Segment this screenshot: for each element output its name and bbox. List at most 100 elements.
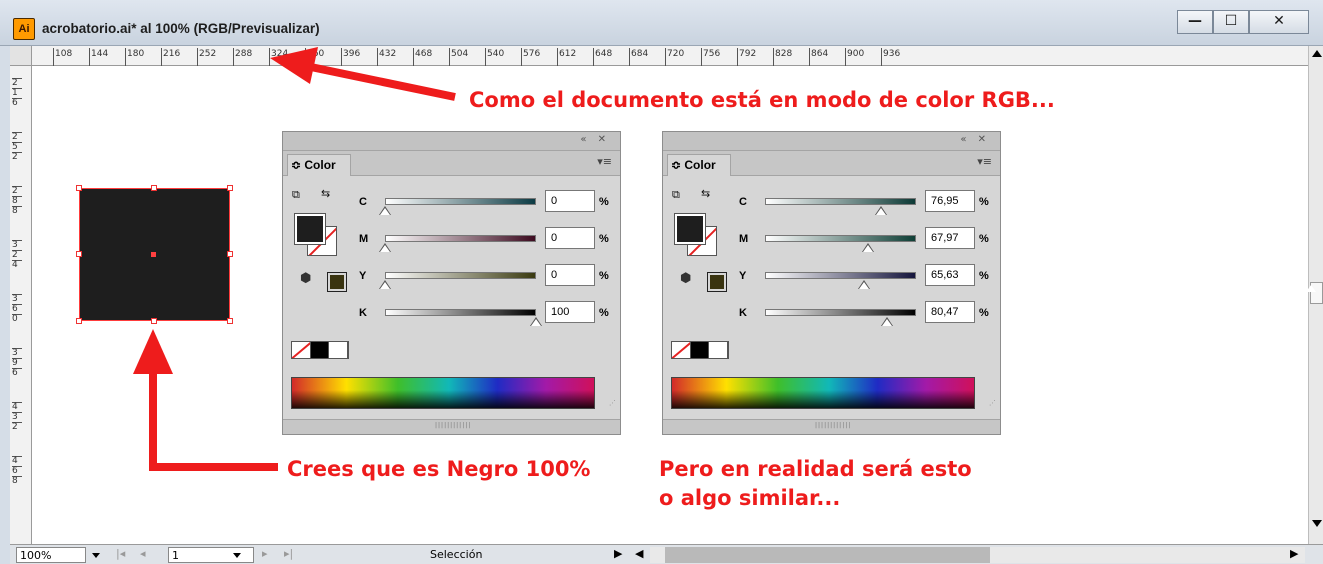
scroll-up-icon[interactable] — [1312, 50, 1322, 57]
close-button[interactable]: ✕ — [1249, 10, 1309, 34]
slider-thumb[interactable] — [862, 243, 874, 252]
minimize-button[interactable]: — — [1177, 10, 1213, 34]
none-swatch[interactable] — [672, 342, 691, 358]
vertical-ruler[interactable]: 216252288324360396432468 — [10, 66, 32, 544]
minimize-icon: — — [1188, 13, 1202, 29]
channel-slider[interactable] — [385, 198, 536, 205]
horizontal-ruler[interactable]: 108 144 180 216 252 288 324 360 396 432 468 504 540 5… — [10, 46, 1308, 66]
tab-color-label: ≎ Color — [291, 158, 336, 172]
slider-thumb[interactable] — [858, 280, 870, 289]
channel-label: C — [739, 196, 747, 208]
horizontal-scroll-thumb[interactable] — [665, 547, 990, 563]
fill-swatch[interactable] — [294, 213, 326, 245]
vertical-scrollbar[interactable] — [1306, 46, 1323, 544]
black-swatch[interactable] — [310, 342, 330, 358]
current-tool-status[interactable]: Selección — [430, 548, 482, 561]
channel-value-input[interactable]: 67,97 — [925, 227, 975, 249]
channel-slider[interactable] — [765, 309, 916, 316]
fill-swatch[interactable] — [674, 213, 706, 245]
first-artboard-icon[interactable]: |◂ — [116, 547, 125, 560]
scroll-right-icon[interactable]: ▶ — [1290, 547, 1298, 560]
maximize-button[interactable]: ☐ — [1213, 10, 1249, 34]
white-swatch[interactable] — [329, 342, 349, 358]
slider-thumb[interactable] — [530, 317, 542, 326]
channel-value-input[interactable]: 65,63 — [925, 264, 975, 286]
ruler-tick: 324 — [269, 48, 288, 66]
black-swatch[interactable] — [690, 342, 710, 358]
selection-handle-bc[interactable] — [151, 318, 157, 324]
channel-value-input[interactable]: 0 — [545, 190, 595, 212]
selection-handle-bl[interactable] — [76, 318, 82, 324]
collapse-close-icons[interactable]: « ✕ — [580, 134, 610, 145]
panel-menu-icon[interactable]: ▾≡ — [977, 155, 992, 168]
selection-handle-br[interactable] — [227, 318, 233, 324]
channel-label: Y — [359, 270, 367, 282]
default-colors-icon[interactable]: ⧉ — [292, 188, 300, 202]
channel-slider[interactable] — [385, 235, 536, 242]
scroll-left-icon[interactable]: ◀ — [635, 547, 643, 560]
scroll-down-icon[interactable] — [1312, 520, 1322, 527]
panel-drag-handle[interactable]: |||||||||||| — [815, 422, 851, 429]
slider-thumb[interactable] — [881, 317, 893, 326]
channel-value-input[interactable]: 0 — [545, 227, 595, 249]
panel-header[interactable]: « ✕ — [663, 132, 1000, 151]
selection-handle-tl[interactable] — [76, 185, 82, 191]
ruler-tick: 504 — [449, 48, 468, 66]
tab-color[interactable]: ≎ Color — [667, 154, 731, 176]
channel-slider[interactable] — [765, 272, 916, 279]
previous-artboard-icon[interactable]: ◂ — [140, 547, 146, 560]
selection-handle-mr[interactable] — [227, 251, 233, 257]
artboard-dropdown-icon[interactable] — [233, 553, 241, 558]
last-artboard-icon[interactable]: ▸| — [284, 547, 293, 560]
status-menu-arrow-icon[interactable]: ▶ — [614, 547, 622, 560]
status-bar: 100% |◂ ◂ 1 ▸ ▸| Selección ▶ ◀ ▶ — [10, 544, 1323, 564]
color-spectrum-bar[interactable] — [671, 377, 975, 409]
channel-value-input[interactable]: 0 — [545, 264, 595, 286]
out-of-gamut-swatch[interactable] — [707, 272, 727, 292]
ruler-tick: 8 — [12, 476, 22, 486]
resize-grip-icon[interactable]: ⋰ — [609, 400, 616, 407]
slider-thumb[interactable] — [875, 206, 887, 215]
annotation-bottom-right-line1: Pero en realidad será esto — [659, 457, 972, 481]
ruler-origin-corner[interactable] — [10, 46, 32, 66]
collapse-close-icons[interactable]: « ✕ — [960, 134, 990, 145]
selection-handle-tc[interactable] — [151, 185, 157, 191]
white-swatch[interactable] — [709, 342, 729, 358]
out-of-web-gamut-cube-icon[interactable]: ⬢ — [300, 271, 311, 286]
ruler-tick: 1 — [12, 88, 22, 98]
swap-fill-stroke-icon[interactable]: ⇆ — [321, 187, 330, 200]
channel-slider[interactable] — [385, 309, 536, 316]
percent-unit: % — [599, 196, 609, 208]
artboard-number-field[interactable]: 1 — [168, 547, 254, 563]
default-colors-icon[interactable]: ⧉ — [672, 188, 680, 202]
selection-center-point — [151, 252, 156, 257]
swap-fill-stroke-icon[interactable]: ⇆ — [701, 187, 710, 200]
panel-menu-icon[interactable]: ▾≡ — [597, 155, 612, 168]
out-of-web-gamut-cube-icon[interactable]: ⬢ — [680, 271, 691, 286]
channel-value: 80,47 — [931, 306, 959, 318]
zoom-select[interactable]: 100% — [16, 547, 86, 563]
panel-header[interactable]: « ✕ — [283, 132, 620, 151]
channel-slider[interactable] — [765, 235, 916, 242]
channel-value-input[interactable]: 80,47 — [925, 301, 975, 323]
none-swatch[interactable] — [292, 342, 311, 358]
next-artboard-icon[interactable]: ▸ — [262, 547, 268, 560]
slider-thumb[interactable] — [379, 206, 391, 215]
ruler-tick: 216 — [161, 48, 180, 66]
channel-value-input[interactable]: 100 — [545, 301, 595, 323]
channel-value-input[interactable]: 76,95 — [925, 190, 975, 212]
slider-thumb[interactable] — [379, 243, 391, 252]
percent-unit: % — [979, 233, 989, 245]
channel-slider[interactable] — [385, 272, 536, 279]
tab-color[interactable]: ≎ Color — [287, 154, 351, 176]
zoom-dropdown-icon[interactable] — [92, 553, 100, 558]
selection-handle-tr[interactable] — [227, 185, 233, 191]
resize-grip-icon[interactable]: ⋰ — [989, 400, 996, 407]
panel-drag-handle[interactable]: |||||||||||| — [435, 422, 471, 429]
out-of-gamut-swatch[interactable] — [327, 272, 347, 292]
selection-handle-ml[interactable] — [76, 251, 82, 257]
slider-thumb[interactable] — [379, 280, 391, 289]
color-spectrum-bar[interactable] — [291, 377, 595, 409]
channel-slider[interactable] — [765, 198, 916, 205]
vertical-scroll-thumb[interactable] — [1306, 282, 1323, 304]
